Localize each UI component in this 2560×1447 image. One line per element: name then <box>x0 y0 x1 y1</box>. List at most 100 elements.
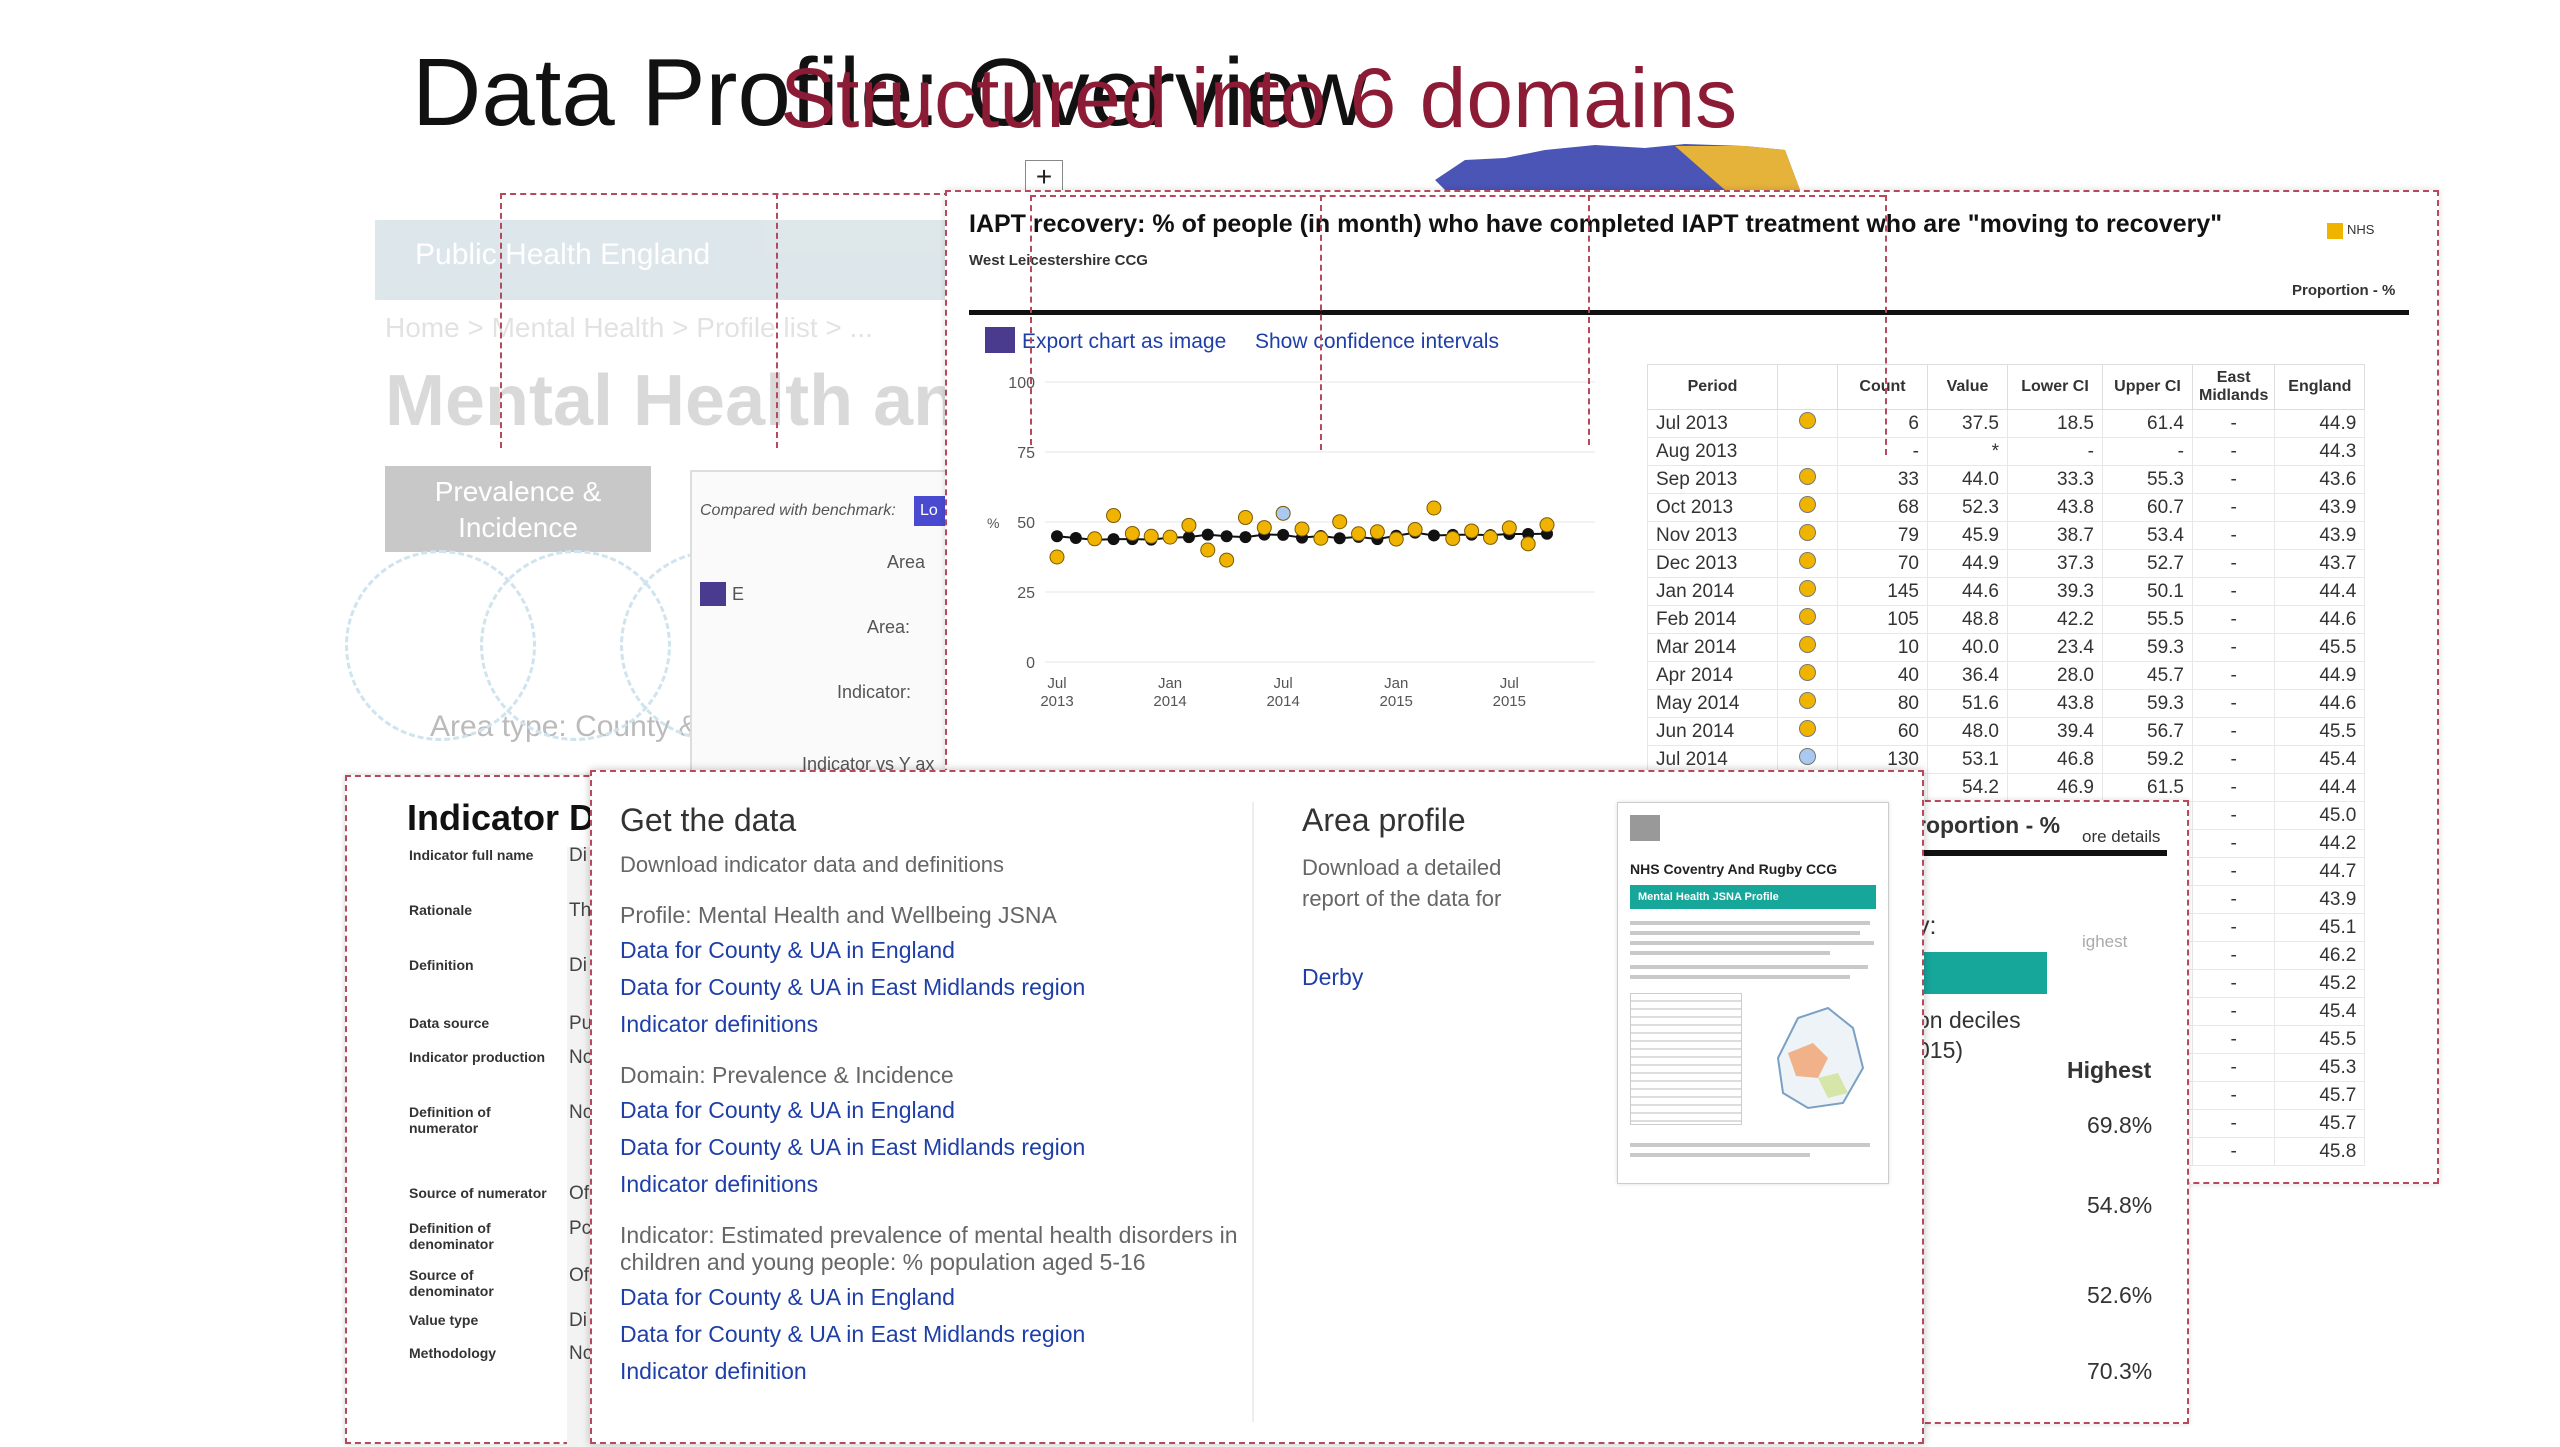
y-tick-label: 50 <box>1017 515 1035 532</box>
definition-label: Methodology <box>409 1345 497 1361</box>
download-link[interactable]: Indicator definition <box>620 1358 1250 1385</box>
download-link[interactable]: Data for County & UA in England <box>620 1284 1250 1311</box>
dashed-frame <box>500 193 502 448</box>
table-row: May 2014 80 51.6 43.8 59.3-44.6 <box>1647 689 2366 718</box>
download-link[interactable]: Data for County & UA in East Midlands re… <box>620 1321 1250 1348</box>
table-cell: Oct 2013 <box>1647 493 1778 522</box>
area-point <box>1294 521 1310 537</box>
table-cell: 53.4 <box>2102 521 2193 550</box>
table-cell: 44.6 <box>1927 577 2008 606</box>
table-cell: 44.9 <box>2274 409 2366 438</box>
significance-dot-icon <box>1799 468 1816 485</box>
england-point <box>1277 528 1290 541</box>
table-cell: 44.4 <box>2274 773 2366 802</box>
area-point <box>1464 523 1480 539</box>
table-cell: 40 <box>1837 661 1928 690</box>
significance-cell <box>1777 577 1838 606</box>
area-point <box>1106 508 1122 524</box>
highest-value: 70.3% <box>2087 1358 2153 1384</box>
table-cell: 50.1 <box>2102 577 2193 606</box>
group-heading: Domain: Prevalence & Incidence <box>620 1062 954 1088</box>
table-cell: - <box>2191 969 2276 998</box>
y-axis-label: % <box>987 515 999 531</box>
download-link[interactable]: Indicator definitions <box>620 1011 1250 1038</box>
definition-label: Source of denominator <box>409 1267 494 1299</box>
column-header <box>1777 364 1838 410</box>
download-link[interactable]: Data for County & UA in England <box>620 1097 1250 1124</box>
domain-downloads: Domain: Prevalence & Incidence Data for … <box>620 1062 1250 1208</box>
significance-cell <box>1777 409 1838 438</box>
table-cell: 59.2 <box>2102 745 2193 774</box>
england-point <box>1427 529 1440 542</box>
x-tick-label: 2015 <box>1380 693 1413 710</box>
deciles-link[interactable]: on deciles <box>1917 1007 2021 1034</box>
table-cell: - <box>2191 745 2276 774</box>
table-cell: 44.0 <box>1927 465 2008 494</box>
more-details-link[interactable]: ore details <box>2082 827 2160 847</box>
logo-icon <box>1630 815 1660 841</box>
table-cell: 44.6 <box>2274 605 2366 634</box>
table-cell: 48.8 <box>1927 605 2008 634</box>
area-profile-title: Area profile <box>1302 802 1466 838</box>
table-cell: 43.9 <box>2274 493 2366 522</box>
area-point <box>1351 526 1367 542</box>
table-cell: 59.3 <box>2102 633 2193 662</box>
table-cell: 43.9 <box>2274 885 2366 914</box>
area-point <box>1124 525 1140 541</box>
area-point <box>1313 530 1329 546</box>
map-icon <box>1776 1006 1865 1110</box>
area-profile-link[interactable]: Derby <box>1302 964 1363 991</box>
table-cell: - <box>2191 409 2276 438</box>
table-cell: - <box>2191 493 2276 522</box>
significance-cell <box>1777 633 1838 662</box>
table-cell: 48.0 <box>1927 717 2008 746</box>
table-row: Jan 2014 145 44.6 39.3 50.1-44.4 <box>1647 577 2366 606</box>
table-cell: 56.7 <box>2102 717 2193 746</box>
download-link[interactable]: Data for County & UA in East Midlands re… <box>620 974 1250 1001</box>
table-cell: - <box>2191 801 2276 830</box>
definition-value: Nc <box>569 1343 593 1364</box>
england-point <box>1107 533 1120 546</box>
download-link[interactable]: Data for County & UA in England <box>620 937 1250 964</box>
breadcrumb: Home > Mental Health > Profile list > ..… <box>385 312 873 343</box>
export-chart-link[interactable]: Export chart as image <box>1022 330 1226 354</box>
report-thumbnail[interactable]: NHS Coventry And Rugby CCG Mental Health… <box>1617 802 1889 1184</box>
area-point <box>1369 524 1385 540</box>
export-image-icon[interactable] <box>985 327 1015 353</box>
dashed-frame <box>776 193 778 448</box>
table-cell: 52.3 <box>1927 493 2008 522</box>
definition-value: Of <box>569 1265 590 1286</box>
table-cell: 45.5 <box>2274 717 2366 746</box>
table-cell: 68 <box>1837 493 1928 522</box>
table-cell: - <box>1837 437 1928 466</box>
significance-cell <box>1777 437 1838 466</box>
significance-cell <box>1777 605 1838 634</box>
area-point <box>1049 549 1065 565</box>
table-header-row: Period Count Value Lower CI Upper CI East Mid… <box>1647 364 2366 410</box>
significance-cell <box>1777 661 1838 690</box>
significance-cell <box>1777 521 1838 550</box>
strip-proportion-label: roportion - % <box>1917 812 2061 838</box>
definition-value: Pu <box>569 1013 593 1034</box>
table-cell: 45.0 <box>2274 801 2366 830</box>
thumbnail-text-line <box>1630 975 1850 979</box>
download-link[interactable]: Data for County & UA in East Midlands re… <box>620 1134 1250 1161</box>
table-cell: 44.7 <box>2274 857 2366 886</box>
definition-value: Nc <box>569 1102 593 1123</box>
download-link[interactable]: Indicator definitions <box>620 1171 1250 1198</box>
table-cell: 55.5 <box>2102 605 2193 634</box>
england-point <box>1220 530 1233 543</box>
confidence-intervals-link[interactable]: Show confidence intervals <box>1255 330 1499 354</box>
comparison-strip-panel: roportion - % ore details y: ighest on d… <box>1905 800 2189 1424</box>
definition-label: Definition <box>409 957 474 973</box>
image-icon[interactable] <box>700 582 726 606</box>
x-tick-label: 2014 <box>1266 693 1299 710</box>
table-cell: 36.4 <box>1927 661 2008 690</box>
england-point <box>1051 530 1063 543</box>
area-point <box>1162 529 1178 545</box>
site-banner: Public Health England <box>375 220 975 300</box>
table-cell: 80 <box>1837 689 1928 718</box>
table-cell: - <box>2191 437 2276 466</box>
table-cell: Jul 2013 <box>1647 409 1778 438</box>
tab-prevalence-incidence[interactable]: Prevalence & Incidence <box>385 466 651 552</box>
